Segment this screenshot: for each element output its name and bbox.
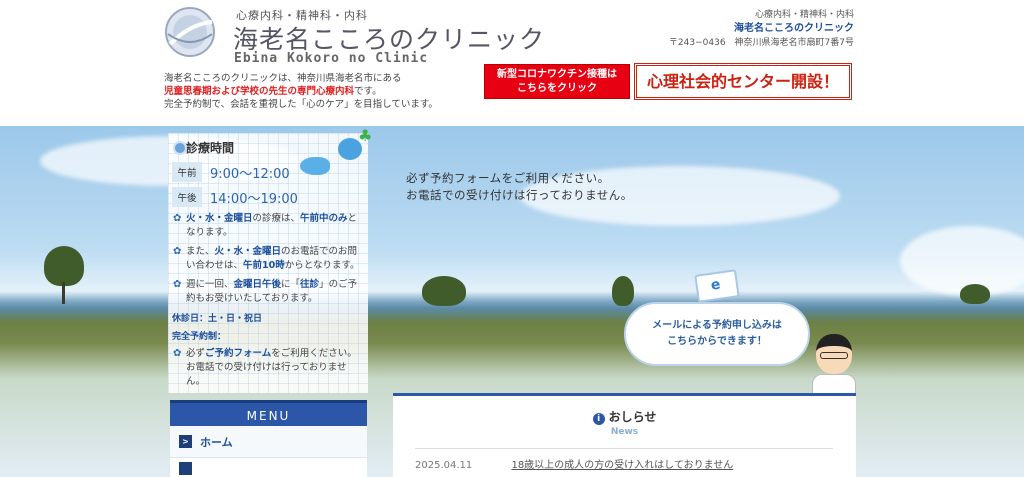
reservation-notice-line-2: お電話での受け付けは行っておりません。 [406,188,633,202]
intro-line-1: 海老名こころのクリニックは、神奈川県海老名市にある [164,73,402,84]
note-3-text: 週に一回、 [186,279,234,290]
cloud [900,226,1024,296]
schedule-note-2: また、火・水・金曜日のお電話でのお問い合わせは、午前10時からとなります。 [172,245,364,273]
news-divider [415,448,833,449]
news-link[interactable]: 18歳以上の成人の方の受け入れはしておりません [511,460,733,471]
schedule-panel: 診療時間 午前 9:00〜12:00 午後 14:00〜19:00 火・水・金曜… [168,133,368,393]
schedule-note-1: 火・水・金曜日の診療は、午前中のみとなります。 [172,212,364,240]
covid-button-line-2: こちらをクリック [517,83,597,94]
intro-highlight: 児童思春期および学校の先生の専門心療内科 [164,86,355,97]
intro-line-2-suffix: です。 [354,86,382,97]
note-4-text: 必ず [186,348,206,359]
news-item: 2025.04.11 18歳以上の成人の方の受け入れはしておりません [415,456,733,471]
email-reservation-bubble[interactable]: メールによる予約申し込みは こちらからできます！ [624,302,810,366]
info-icon: i [592,413,605,425]
note-1-text: の診療は、 [252,213,301,224]
intro-text: 海老名こころのクリニックは、神奈川県海老名市にある 児童思春期および学校の先生の… [164,72,464,111]
schedule-note-3: 週に一回、金曜日午後に「往診」のご予約もお受けいたしております。 [172,278,364,306]
afternoon-hours-row: 午後 14:00〜19:00 [172,187,364,207]
news-date: 2025.04.11 [415,460,473,471]
news-subtitle: News [610,427,639,437]
news-section: i おしらせ News 2025.04.11 18歳以上の成人の方の受け入れはして… [393,393,856,477]
covid-vaccine-button[interactable]: 新型コロナワクチン接種は こちらをクリック [484,64,630,99]
bubble-line-1: メールによる予約申し込みは [652,320,782,331]
tree [422,276,466,306]
site-header: 心療内科・精神科・内科 海老名こころのクリニック Ebina Kokoro no… [0,0,1024,126]
mail-icon[interactable]: e [694,269,740,303]
doctor-illustration [806,334,858,394]
intro-line-2: 児童思春期および学校の先生の専門心療内科です。 [164,85,464,98]
header-contact: 心療内科・精神科・内科 海老名こころのクリニック 〒243−0436 神奈川県海… [669,8,854,50]
reservation-form-link[interactable]: ご予約フォーム [205,348,271,359]
menu-item-home[interactable]: > ホーム [170,426,367,458]
clinic-logo-icon[interactable] [162,4,218,60]
side-menu: MENU > ホーム [170,400,367,477]
tree-trunk [62,282,65,304]
morning-time: 9:00〜12:00 [210,166,290,182]
note-2-text: また、 [186,246,215,257]
morning-label: 午前 [172,162,202,182]
header-specialties: 心療内科・精神科・内科 [754,10,854,20]
note-2-text-end: からとなります。 [284,260,360,271]
chevron-right-icon [179,461,192,475]
mail-icon-letter: e [709,276,722,294]
menu-item-next[interactable] [170,458,367,477]
note-3-text-mid: に「 [281,279,301,290]
logo-clinic-name-en: Ebina Kokoro no Clinic [234,51,429,66]
closed-days: 休診日：土・日・祝日 [172,314,263,324]
chevron-right-icon: > [179,435,192,448]
bubble-line-2: こちらからできます！ [667,336,767,347]
note-1-morning-only: 午前中のみ [300,213,348,224]
reservation-label: 完全予約制： [172,332,227,342]
note-2-time: 午前10時 [243,260,285,271]
tree [612,276,634,306]
afternoon-label: 午後 [172,187,202,207]
doctor-body [812,374,856,394]
afternoon-time: 14:00〜19:00 [210,191,298,207]
covid-button-line-1: 新型コロナワクチン接種は [497,69,617,80]
menu-item-home-label: ホーム [200,435,233,449]
bird-icon [300,157,330,175]
doctor-glasses [820,352,848,359]
schedule-title: 診療時間 [172,139,364,157]
note-1-days: 火・水・金曜日 [186,213,253,224]
header-clinic-name: 海老名こころのクリニック [734,23,854,34]
news-title-label: おしらせ [608,410,657,424]
psychosocial-center-button[interactable]: 心理社会的センター開設！ [634,63,852,100]
news-title: i おしらせ [393,408,856,425]
note-3-house-call: 往診 [300,279,320,290]
note-3-day: 金曜日午後 [233,279,282,290]
tree [960,284,990,304]
morning-hours-row: 午前 9:00〜12:00 [172,162,364,182]
tree [44,246,84,286]
header-address: 〒243−0436 神奈川県海老名市扇町7番7号 [668,38,854,48]
note-2-days: 火・水・金曜日 [214,246,282,257]
reservation-notice: 必ず予約フォームをご利用ください。 お電話での受け付けは行っておりません。 [406,170,633,204]
intro-line-3: 完全予約制で、会話を重視した「心のケア」を目指しています。 [164,99,438,110]
clover-icon: ♣ [358,126,373,145]
reservation-notice-line-1: 必ず予約フォームをご利用ください。 [406,171,610,185]
menu-header: MENU [170,400,367,426]
schedule-note-4: 必ずご予約フォームをご利用ください。お電話での受け付けは行っておりません。 [172,347,364,389]
